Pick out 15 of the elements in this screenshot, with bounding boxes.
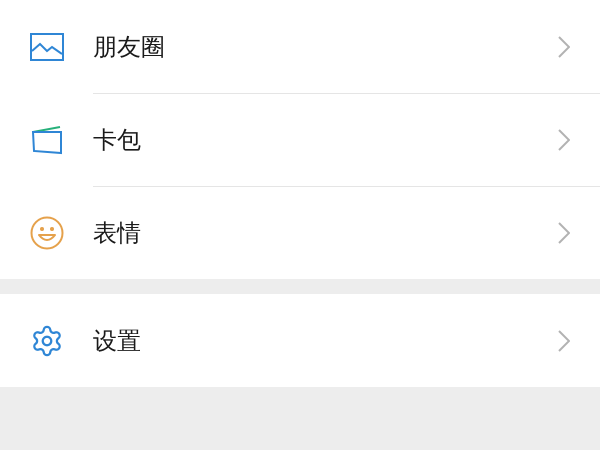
- menu-label: 朋友圈: [93, 32, 166, 62]
- menu-label: 设置: [93, 326, 142, 356]
- menu-item[interactable]: 朋友圈: [0, 0, 600, 93]
- menu-label: 表情: [93, 218, 142, 249]
- chevron-right-icon: [558, 330, 570, 352]
- menu-label: 卡包: [93, 125, 142, 156]
- smiley-icon: [30, 216, 64, 250]
- wallet-icon: [30, 124, 64, 154]
- menu-item[interactable]: 设置: [0, 294, 600, 387]
- chevron-right-icon: [558, 222, 570, 244]
- chevron-right-icon: [558, 129, 570, 151]
- menu-item[interactable]: 表情: [0, 186, 600, 279]
- picture-frame-icon: [30, 32, 64, 60]
- menu-item[interactable]: 卡包: [0, 93, 600, 186]
- chevron-right-icon: [558, 36, 570, 58]
